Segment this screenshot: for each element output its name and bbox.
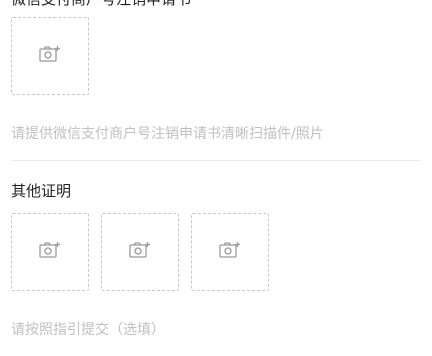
upload-button-other-proof-3[interactable] [191,213,269,291]
camera-add-icon [39,241,61,263]
section-title-cancellation-letter: 微信支付商户号注销申请书 [11,0,191,9]
hint-other-proof: 请按照指引提交（选填） [11,322,165,338]
upload-button-other-proof-1[interactable] [11,213,89,291]
upload-button-other-proof-2[interactable] [101,213,179,291]
hint-cancellation-letter: 请提供微信支付商户号注销申请书清晰扫描件/照片 [11,126,324,142]
camera-add-icon [219,241,241,263]
camera-add-icon [39,45,61,67]
page: 微信支付商户号注销申请书 请提供微信支付商户号注销申请书清晰扫描件/照片 其他证… [0,0,432,356]
camera-add-icon [129,241,151,263]
upload-button-cancellation-letter[interactable] [11,17,89,95]
section-title-other-proof: 其他证明 [11,182,72,200]
section-divider [11,160,421,161]
